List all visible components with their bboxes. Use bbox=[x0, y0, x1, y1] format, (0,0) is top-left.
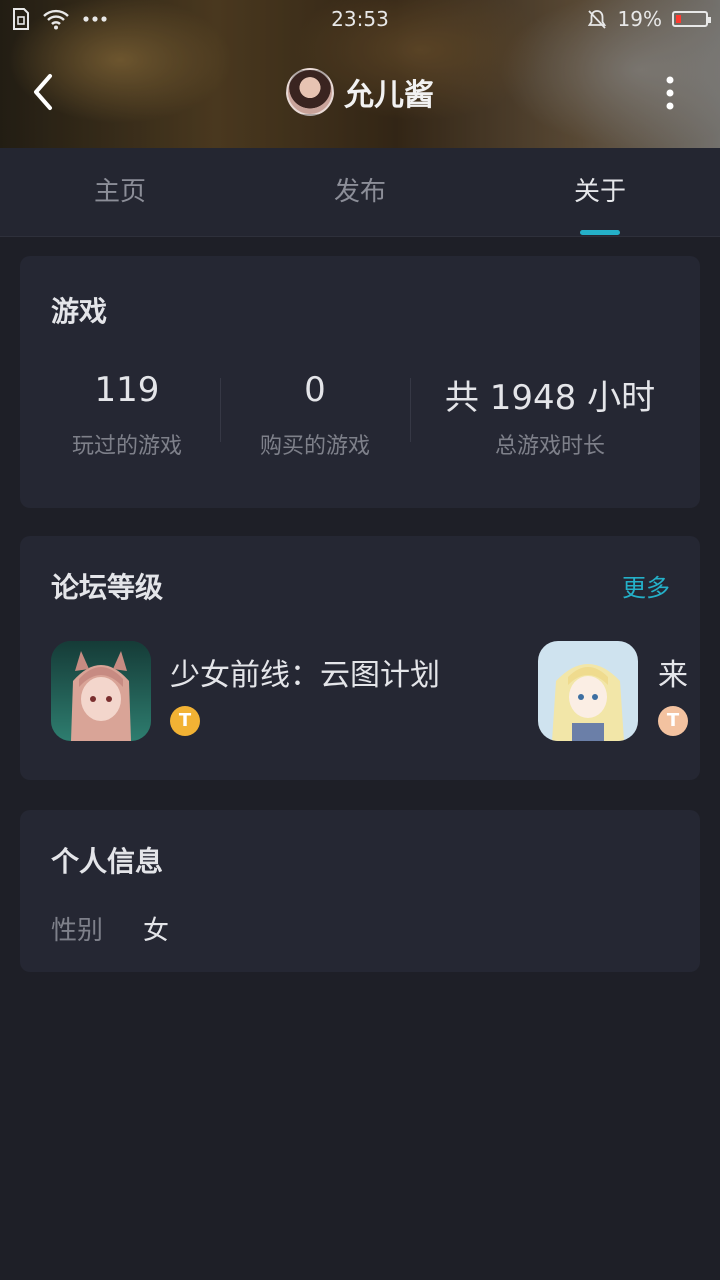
tab-indicator bbox=[580, 230, 620, 235]
page-title: 允儿酱 bbox=[344, 78, 434, 113]
stat-played-value: 119 bbox=[94, 370, 160, 410]
status-bar: 23:53 19% bbox=[0, 0, 720, 38]
nav-bar: 允儿酱 bbox=[0, 60, 720, 124]
forum-level-card: 论坛等级 更多 少女前线：云图计划 T 来 T bbox=[20, 536, 700, 780]
level-badge-icon: T bbox=[170, 706, 200, 736]
info-value: 女 bbox=[143, 916, 170, 946]
tab-bar: 主页 发布 关于 bbox=[0, 148, 720, 237]
info-row-gender: 性别 女 bbox=[51, 910, 169, 947]
stat-played-label: 玩过的游戏 bbox=[71, 434, 182, 459]
battery-icon bbox=[672, 11, 711, 27]
battery-percent: 19% bbox=[617, 7, 662, 31]
game-name[interactable]: 来 bbox=[658, 650, 688, 694]
profile-header: 23:53 19% 允儿酱 bbox=[0, 0, 720, 148]
forum-title: 论坛等级 bbox=[51, 571, 164, 604]
more-link[interactable]: 更多 bbox=[622, 568, 670, 603]
game-name[interactable]: 少女前线：云图计划 bbox=[170, 650, 440, 694]
tab-home[interactable]: 主页 bbox=[0, 148, 240, 236]
games-card: 游戏 119 玩过的游戏 0 购买的游戏 共 1948 小时 总游戏时长 bbox=[20, 256, 700, 508]
stat-hours-value: 共 1948 小时 bbox=[444, 378, 656, 418]
bell-muted-icon bbox=[587, 10, 606, 29]
games-title: 游戏 bbox=[51, 295, 108, 328]
stat-purchased-label: 购买的游戏 bbox=[259, 434, 370, 459]
stat-hours-label: 总游戏时长 bbox=[494, 434, 605, 459]
info-key: 性别 bbox=[51, 916, 104, 946]
personal-title: 个人信息 bbox=[51, 845, 164, 878]
level-badge-icon: T bbox=[658, 706, 688, 736]
tab-about[interactable]: 关于 bbox=[480, 148, 720, 236]
tab-posts[interactable]: 发布 bbox=[240, 148, 480, 236]
avatar[interactable] bbox=[286, 68, 334, 116]
game-icon[interactable] bbox=[538, 641, 638, 741]
stat-purchased-value: 0 bbox=[304, 370, 326, 410]
game-icon[interactable] bbox=[51, 641, 151, 741]
personal-info-card: 个人信息 性别 女 bbox=[20, 810, 700, 972]
more-options-icon[interactable] bbox=[664, 76, 676, 110]
